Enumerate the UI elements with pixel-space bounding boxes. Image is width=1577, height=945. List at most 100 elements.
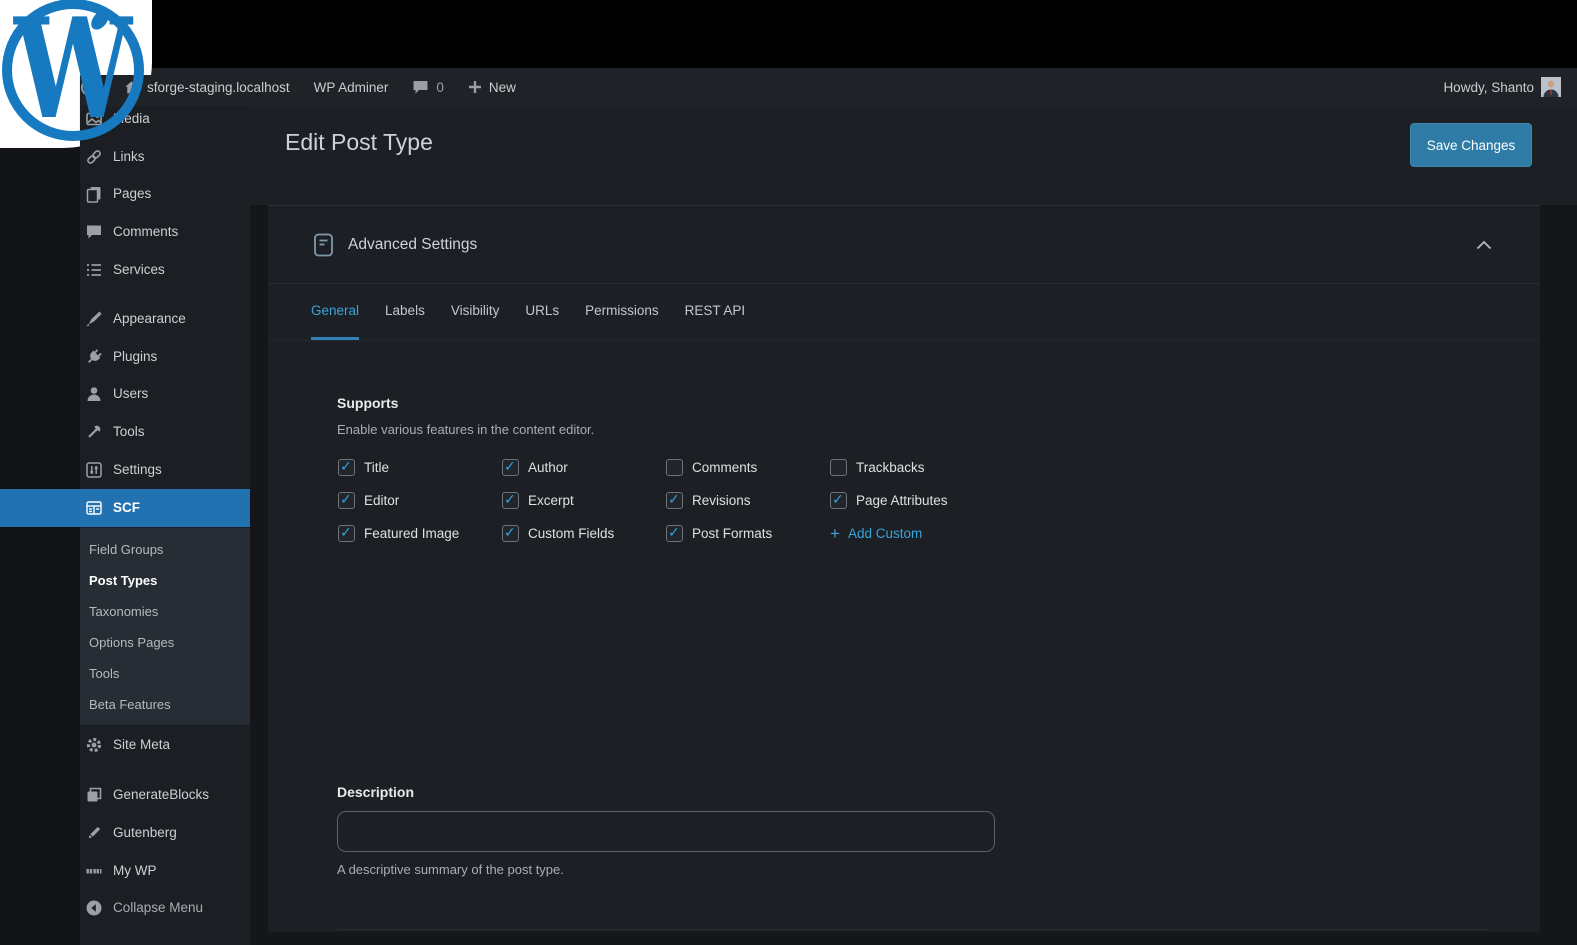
sidebar-item-label: Plugins [113, 338, 157, 376]
gutenberg-icon [85, 824, 103, 842]
tab-general[interactable]: General [311, 284, 359, 340]
add-custom-link[interactable]: + Add Custom [830, 524, 922, 542]
tab-permissions[interactable]: Permissions [585, 284, 659, 340]
submenu-item-options-pages[interactable]: Options Pages [80, 627, 250, 658]
comments-icon [85, 223, 103, 241]
sidebar-item-settings[interactable]: Settings [0, 451, 250, 489]
tab-labels[interactable]: Labels [385, 284, 425, 340]
admin-bar-wp-adminer[interactable]: WP Adminer [314, 80, 389, 95]
description-label: Description [337, 784, 414, 800]
checkbox-custom-fields[interactable] [502, 525, 519, 542]
wordpress-admin-screen: sforge-staging.localhost WP Adminer 0 Ne… [0, 0, 1577, 945]
sidebar-item-users[interactable]: Users [0, 375, 250, 413]
support-featured-image: Featured Image [338, 524, 459, 542]
checkbox-post-formats[interactable] [666, 525, 683, 542]
admin-bar-account[interactable]: Howdy, Shanto [1443, 77, 1577, 97]
checkbox-label: Custom Fields [528, 526, 614, 541]
checkbox-revisions[interactable] [666, 492, 683, 509]
services-icon [85, 261, 103, 279]
sidebar-item-my-wp[interactable]: My WP [0, 852, 250, 890]
submenu-label: Field Groups [89, 542, 163, 557]
sidebar-item-gutenberg[interactable]: Gutenberg [0, 814, 250, 852]
admin-bar-comments[interactable]: 0 [412, 80, 444, 95]
site-name-label: sforge-staging.localhost [147, 80, 290, 95]
plus-icon [468, 80, 482, 94]
sidebar-item-label: Users [113, 375, 148, 413]
sidebar-item-label: SCF [113, 489, 140, 527]
sidebar-item-collapse-menu[interactable]: Collapse Menu [0, 889, 250, 927]
checkbox-title[interactable] [338, 459, 355, 476]
support-editor: Editor [338, 491, 399, 509]
save-changes-button[interactable]: Save Changes [1410, 123, 1532, 167]
submenu-label: Beta Features [89, 697, 171, 712]
submenu-label: Options Pages [89, 635, 174, 650]
support-comments: Comments [666, 458, 757, 476]
checkbox-label: Author [528, 460, 568, 475]
sidebar-item-label: Appearance [113, 300, 186, 338]
submenu-item-post-types[interactable]: Post Types [80, 565, 250, 596]
sidebar-item-scf[interactable]: SCF [0, 489, 250, 527]
submenu-label: Taxonomies [89, 604, 158, 619]
tab-rest-api[interactable]: REST API [685, 284, 746, 340]
wordpress-logo: W [0, 0, 146, 146]
submenu-item-field-groups[interactable]: Field Groups [80, 534, 250, 565]
checkbox-label: Editor [364, 493, 399, 508]
sidebar-item-label: Gutenberg [113, 814, 177, 852]
admin-bar-site-name[interactable]: sforge-staging.localhost [123, 79, 290, 96]
sidebar-item-appearance[interactable]: Appearance [0, 300, 250, 338]
avatar [1541, 77, 1561, 97]
sidebar-item-label: Comments [113, 213, 178, 251]
plugins-icon [85, 348, 103, 366]
support-revisions: Revisions [666, 491, 751, 509]
submenu-label: Post Types [89, 573, 157, 588]
sidebar-item-label: GenerateBlocks [113, 776, 209, 814]
support-trackbacks: Trackbacks [830, 458, 925, 476]
checkbox-label: Excerpt [528, 493, 574, 508]
page-title: Edit Post Type [285, 129, 433, 156]
sidebar-item-plugins[interactable]: Plugins [0, 338, 250, 376]
submenu-item-beta-features[interactable]: Beta Features [80, 689, 250, 720]
checkbox-label: Post Formats [692, 526, 772, 541]
support-post-formats: Post Formats [666, 524, 772, 542]
my-wp-icon [85, 862, 103, 880]
advanced-settings-panel: Advanced Settings General Labels Visibil… [268, 205, 1540, 932]
admin-bar-new[interactable]: New [468, 80, 516, 95]
sidebar-item-label: Tools [113, 413, 145, 451]
checkbox-trackbacks[interactable] [830, 459, 847, 476]
submenu-item-tools[interactable]: Tools [80, 658, 250, 689]
checkbox-author[interactable] [502, 459, 519, 476]
submenu-item-taxonomies[interactable]: Taxonomies [80, 596, 250, 627]
generateblocks-icon [85, 786, 103, 804]
sidebar-item-generateblocks[interactable]: GenerateBlocks [0, 776, 250, 814]
pages-icon [85, 185, 103, 203]
checkbox-excerpt[interactable] [502, 492, 519, 509]
scf-icon [85, 499, 103, 517]
checkbox-editor[interactable] [338, 492, 355, 509]
sidebar-item-site-meta[interactable]: Site Meta [0, 726, 250, 764]
sidebar-item-label: Pages [113, 175, 151, 213]
users-icon [85, 385, 103, 403]
advanced-settings-icon [313, 233, 334, 257]
description-input[interactable] [337, 811, 995, 852]
supports-heading: Supports [337, 395, 398, 411]
svg-text:W: W [12, 0, 133, 146]
sidebar-item-comments[interactable]: Comments [0, 213, 250, 251]
settings-icon [85, 461, 103, 479]
sidebar-item-label: Collapse Menu [113, 889, 203, 927]
tab-urls[interactable]: URLs [525, 284, 559, 340]
sidebar-item-pages[interactable]: Pages [0, 175, 250, 213]
tab-visibility[interactable]: Visibility [451, 284, 500, 340]
section-divider [337, 929, 1490, 930]
checkbox-featured-image[interactable] [338, 525, 355, 542]
description-help: A descriptive summary of the post type. [337, 862, 564, 877]
sidebar-item-services[interactable]: Services [0, 251, 250, 289]
sidebar-item-label: My WP [113, 852, 157, 890]
support-author: Author [502, 458, 568, 476]
panel-header[interactable]: Advanced Settings [268, 206, 1540, 284]
chevron-up-icon[interactable] [1476, 240, 1492, 250]
checkbox-comments[interactable] [666, 459, 683, 476]
support-excerpt: Excerpt [502, 491, 574, 509]
sidebar-item-tools[interactable]: Tools [0, 413, 250, 451]
supports-description: Enable various features in the content e… [337, 422, 594, 437]
checkbox-page-attributes[interactable] [830, 492, 847, 509]
